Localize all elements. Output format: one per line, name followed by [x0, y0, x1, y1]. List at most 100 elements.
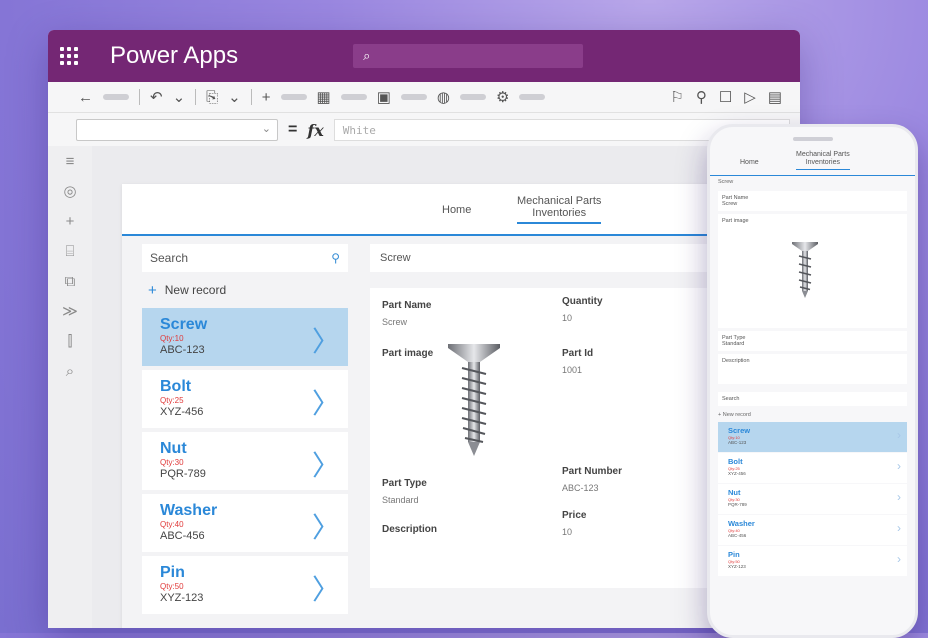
power-automate-icon[interactable]: ≫	[48, 296, 92, 326]
search-icon[interactable]: ⌕	[48, 356, 92, 386]
phone-new-record-label: New record	[722, 412, 751, 418]
equals-sign: =	[288, 121, 298, 138]
phone-nav-home[interactable]: Home	[740, 159, 759, 166]
chevron-down-icon[interactable]: ⌄	[228, 88, 241, 106]
nav-home[interactable]: Home	[442, 204, 471, 216]
media-icon[interactable]: ▣	[377, 88, 391, 106]
paste-icon[interactable]: ⎘	[206, 89, 218, 106]
phone-mockup: Home Mechanical Parts Inventories Screw …	[707, 124, 918, 638]
gallery-search-input[interactable]: Search ⚲	[142, 244, 348, 272]
toolbar-pill	[340, 94, 367, 100]
phone-item-code: ABC-456	[728, 533, 747, 538]
app-launcher-icon[interactable]	[48, 47, 90, 65]
gallery-item[interactable]: Pin Qty:50 XYZ-123 〉	[142, 556, 348, 614]
divider	[139, 89, 140, 105]
quantity-label: Quantity	[562, 296, 603, 307]
theme-icon[interactable]: ◍	[437, 88, 450, 106]
price-label: Price	[562, 510, 587, 521]
new-record-button[interactable]: + New record	[142, 272, 348, 308]
phone-item-code: XYZ-456	[728, 471, 746, 476]
gallery-item[interactable]: Screw Qty:10 ABC-123 〉	[142, 308, 348, 366]
chevron-down-icon[interactable]: ⌄	[173, 88, 186, 106]
phone-search-input[interactable]: Search	[718, 392, 907, 406]
phone-item-code: PQR-789	[728, 502, 747, 507]
nav-inventories[interactable]: Mechanical Parts Inventories	[517, 195, 602, 224]
app-title: Power Apps	[110, 42, 239, 69]
phone-new-record-button[interactable]: + New record	[710, 409, 915, 421]
toolbar-pill	[459, 94, 486, 100]
phone-list-item[interactable]: Pin Qty:50 XYZ-123 ›	[718, 546, 907, 576]
chevron-right-icon: ›	[897, 521, 901, 535]
tree-view-icon[interactable]: ◎	[48, 176, 92, 206]
phone-part-type-field: Part Type Standard	[718, 331, 907, 351]
new-record-label: New record	[164, 283, 227, 297]
phone-search-placeholder: Search	[722, 396, 740, 402]
save-icon[interactable]: ▤	[768, 88, 782, 106]
toolbar-pill	[103, 94, 129, 100]
app-titlebar: Power Apps ⌕	[48, 30, 800, 82]
screw-image	[448, 344, 500, 456]
variables-icon[interactable]: ⫿	[48, 326, 92, 356]
menu-icon[interactable]: ≡	[48, 146, 92, 176]
insert-plus-icon[interactable]: +	[262, 89, 271, 106]
phone-description-field: Description	[718, 354, 907, 384]
phone-part-image-field: Part image	[718, 214, 907, 328]
phone-item-name: Washer	[728, 519, 755, 528]
part-number-label: Part Number	[562, 466, 623, 477]
media-icon[interactable]: ⧉	[48, 266, 92, 296]
phone-part-name-value: Screw	[722, 201, 738, 207]
gallery-item[interactable]: Nut Qty:30 PQR-789 〉	[142, 432, 348, 490]
nav-title-line1: Mechanical Parts	[517, 195, 602, 207]
chevron-right-icon: ›	[897, 428, 901, 442]
field-part-number: Part Number ABC-123	[562, 466, 622, 493]
divider	[250, 89, 252, 105]
fx-icon: fx	[307, 120, 324, 140]
phone-header: Home Mechanical Parts Inventories	[710, 141, 915, 176]
gallery-item[interactable]: Bolt Qty:25 XYZ-456 〉	[142, 370, 348, 428]
back-arrow-icon[interactable]: ←	[78, 89, 93, 106]
design-canvas: Home Mechanical Parts Inventories Search…	[92, 146, 800, 628]
property-dropdown[interactable]: ⌄	[76, 119, 278, 141]
app-screen: Home Mechanical Parts Inventories Search…	[122, 184, 800, 628]
search-icon: ⌕	[363, 48, 371, 63]
phone-list-item[interactable]: Bolt Qty:25 XYZ-456 ›	[718, 453, 907, 483]
gallery-item[interactable]: Washer Qty:40 ABC-456 〉	[142, 494, 348, 552]
app-checker-icon[interactable]: ⚐	[670, 88, 683, 106]
chevron-right-icon: ›	[897, 490, 901, 504]
tablet-frame: Power Apps ⌕ ← ↶ ⌄ ⎘ ⌄ + ▦ ▣ ◍ ⚙ ⚐ ⚲ ☐ ▷…	[48, 30, 800, 628]
phone-screw-image	[792, 242, 818, 298]
divider	[195, 89, 197, 105]
undo-icon[interactable]: ↶	[150, 88, 163, 106]
phone-item-name: Pin	[728, 550, 740, 559]
play-icon[interactable]: ▷	[744, 88, 756, 106]
plus-icon: +	[148, 281, 157, 299]
phone-list-item[interactable]: Washer Qty:40 ABC-456 ›	[718, 515, 907, 545]
phone-part-type-value: Standard	[722, 341, 745, 347]
chevron-right-icon: 〉	[311, 573, 340, 606]
phone-detail-header: Screw	[718, 179, 734, 185]
settings-gear-icon[interactable]: ⚙	[496, 88, 509, 106]
part-number-value: ABC-123	[562, 483, 599, 493]
global-search-input[interactable]: ⌕	[353, 44, 584, 68]
share-icon[interactable]: ⚲	[696, 88, 707, 106]
phone-item-code: XYZ-123	[728, 564, 746, 569]
chevron-right-icon: 〉	[311, 449, 340, 482]
chevron-down-icon: ⌄	[261, 123, 271, 135]
layers-icon[interactable]: ▦	[317, 88, 331, 106]
phone-nav-title-line1: Mechanical Parts	[796, 151, 850, 158]
field-part-id: Part Id 1001	[562, 348, 593, 375]
phone-list-item[interactable]: Screw Qty:10 ABC-123 ›	[718, 422, 907, 452]
phone-nav-title-line2: Inventories	[805, 159, 840, 166]
comment-icon[interactable]: ☐	[719, 88, 732, 106]
field-part-name: Part Name Screw	[382, 300, 431, 327]
phone-list-item[interactable]: Nut Qty:30 PQR-789 ›	[718, 484, 907, 514]
insert-icon[interactable]: +	[48, 206, 92, 236]
phone-nav-inventories[interactable]: Mechanical Parts Inventories	[796, 151, 850, 170]
toolbar-right-group: ⚐ ⚲ ☐ ▷ ▤	[670, 88, 782, 106]
command-toolbar: ← ↶ ⌄ ⎘ ⌄ + ▦ ▣ ◍ ⚙ ⚐ ⚲ ☐ ▷ ▤	[48, 82, 800, 113]
data-icon[interactable]: ⌸	[48, 236, 92, 266]
field-quantity: Quantity 10	[562, 296, 603, 323]
price-value: 10	[562, 527, 573, 537]
phone-item-name: Bolt	[728, 457, 743, 466]
phone-description-label: Description	[722, 358, 750, 364]
